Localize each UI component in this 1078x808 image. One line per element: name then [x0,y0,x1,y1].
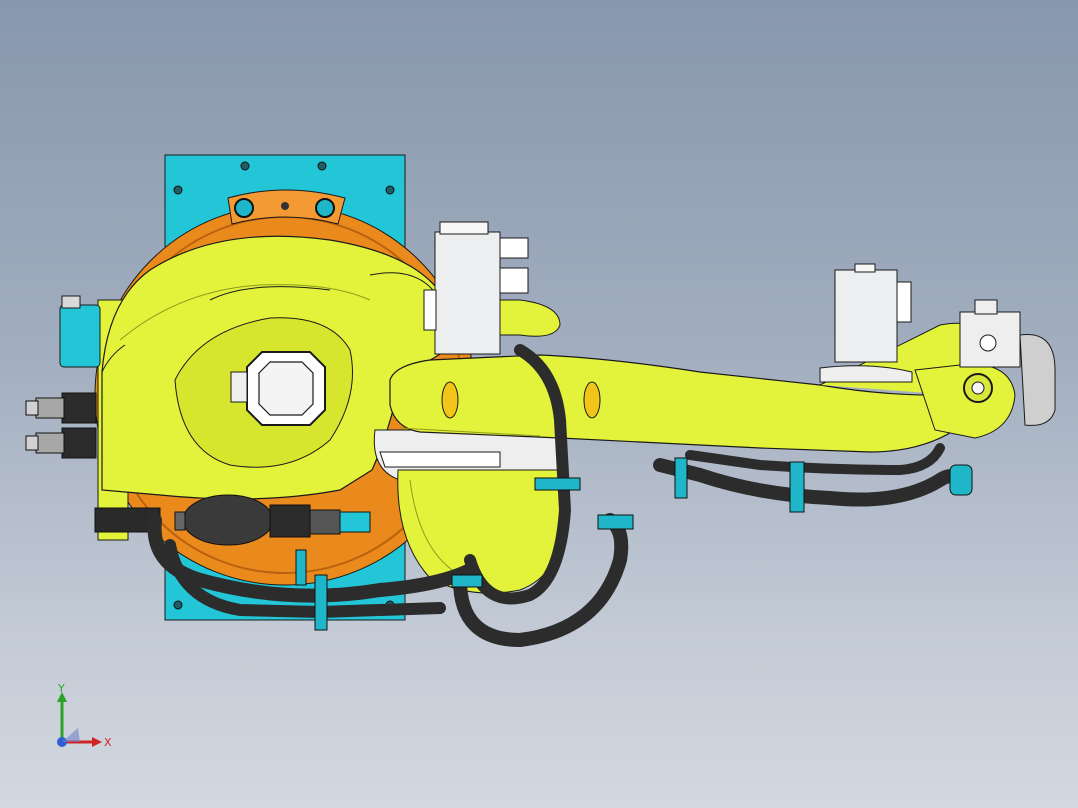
wrist-assembly[interactable] [914,299,1056,439]
cad-viewport[interactable]: Y X [0,0,1078,808]
y-axis-label: Y [57,684,65,695]
x-axis-label: X [104,736,112,749]
coordinate-triad: Y X [57,684,112,749]
robot-arm-model[interactable] [0,0,1078,808]
cable-gland-connectors[interactable] [25,392,97,459]
y-axis-arrow-icon [57,692,67,742]
z-axis-dot-icon [57,728,80,747]
